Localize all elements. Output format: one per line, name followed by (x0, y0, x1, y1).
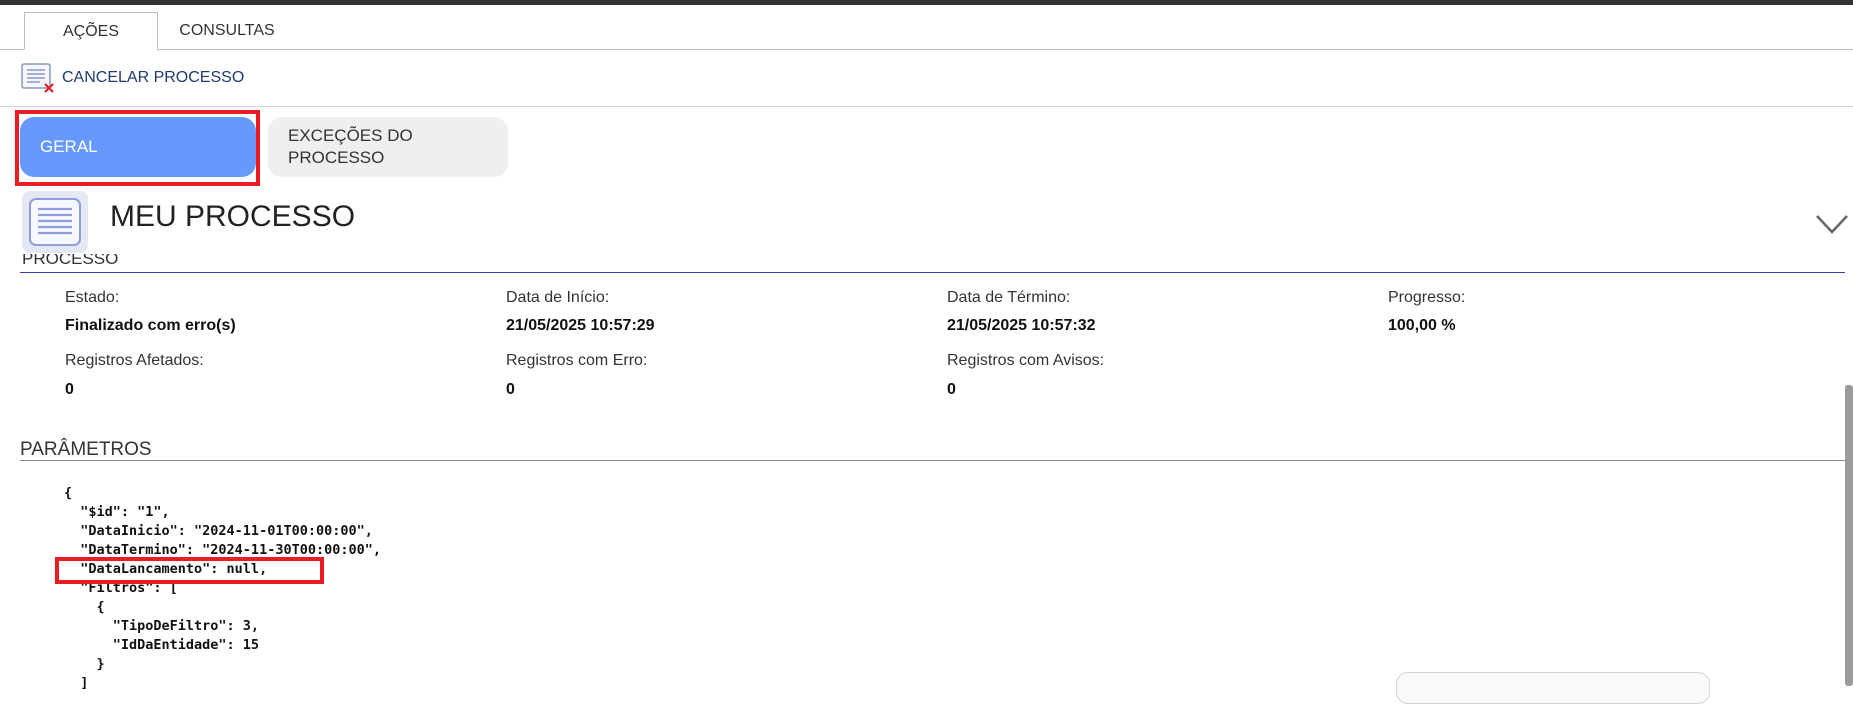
cancel-process-label: CANCELAR PROCESSO (62, 69, 245, 86)
registros-afetados-value: 0 (65, 381, 74, 398)
estado-value: Finalizado com erro(s) (65, 317, 236, 334)
processo-divider (20, 272, 1845, 273)
chevron-down-icon[interactable] (1814, 212, 1850, 241)
tab-acoes[interactable]: AÇÕES (24, 12, 158, 50)
highlight-datalancamento (55, 557, 324, 584)
registros-avisos-label: Registros com Avisos: (947, 352, 1105, 369)
top-tabs: AÇÕES CONSULTAS (0, 5, 1853, 50)
highlight-geral-tab (15, 110, 260, 186)
registros-afetados-label: Registros Afetados: (65, 352, 204, 369)
parametros-divider (20, 460, 1845, 461)
data-inicio-label: Data de Início: (506, 289, 610, 306)
progresso-value: 100,00 % (1388, 317, 1456, 334)
tab-consultas[interactable]: CONSULTAS (170, 12, 284, 49)
parametros-json: { "$id": "1", "DataInicio": "2024-11-01T… (64, 485, 381, 691)
registros-avisos-value: 0 (947, 381, 956, 398)
parametros-title: PARÂMETROS (20, 439, 152, 460)
tab-excecoes-do-processo[interactable]: EXCEÇÕES DO PROCESSO (268, 117, 508, 177)
tab-excecoes-label-line2: PROCESSO (288, 148, 385, 167)
data-inicio-value: 21/05/2025 10:57:29 (506, 317, 655, 334)
registros-erro-value: 0 (506, 381, 515, 398)
progresso-label: Progresso: (1388, 289, 1466, 306)
page-title: MEU PROCESSO (110, 200, 356, 233)
data-termino-value: 21/05/2025 10:57:32 (947, 317, 1096, 334)
registros-erro-label: Registros com Erro: (506, 352, 648, 369)
tab-excecoes-label-line1: EXCEÇÕES DO (288, 126, 413, 145)
floating-panel (1396, 672, 1710, 704)
data-termino-label: Data de Término: (947, 289, 1071, 306)
estado-label: Estado: (65, 289, 120, 306)
cancel-process-button[interactable]: CANCELAR PROCESSO (20, 60, 244, 96)
tab-excecoes-label: EXCEÇÕES DO PROCESSO (288, 125, 413, 169)
toolbar: CANCELAR PROCESSO (0, 50, 1853, 107)
document-cancel-icon (20, 62, 56, 94)
vertical-scrollbar[interactable] (1845, 385, 1853, 686)
document-list-icon (22, 191, 88, 253)
processo-section-title: PROCESSO (22, 254, 119, 268)
